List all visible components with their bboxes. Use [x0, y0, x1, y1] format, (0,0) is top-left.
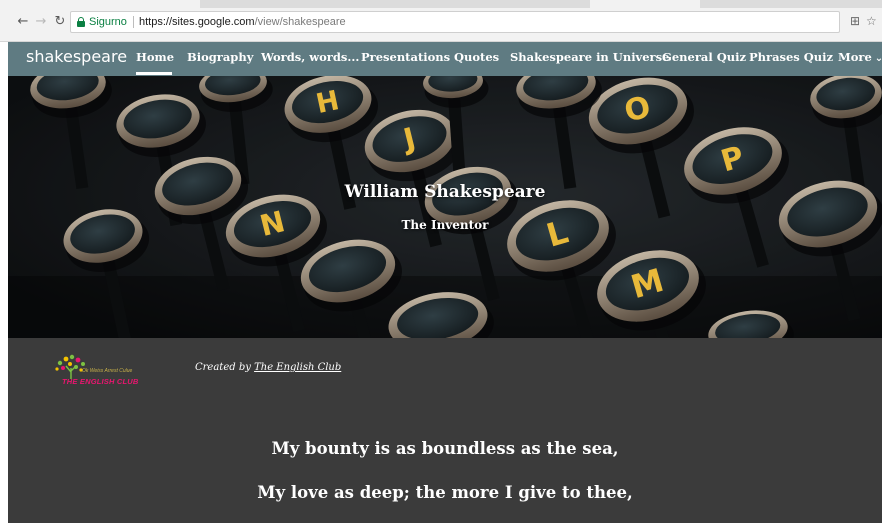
nav-quotes[interactable]: Quotes: [454, 42, 499, 72]
logo-club-name: THE ENGLISH CLUB: [62, 377, 139, 386]
credit-link[interactable]: The English Club: [254, 362, 341, 373]
nav-more-label: More: [838, 50, 872, 64]
browser-toolbar: ← → ↻ Sigurno https://sites.google.com/v…: [0, 0, 882, 42]
active-tab-indicator: [136, 72, 172, 75]
logo-tagline: Ok Weiss Arrest Culue: [82, 368, 133, 374]
address-bar[interactable]: Sigurno https://sites.google.com/view/sh…: [70, 11, 840, 33]
lock-icon: [77, 17, 85, 27]
forward-arrow-icon[interactable]: →: [32, 13, 50, 31]
chevron-down-icon: ⌄: [874, 53, 882, 64]
nav-biography[interactable]: Biography: [187, 42, 253, 72]
credit-prefix: Created by: [195, 362, 251, 373]
url-host: https://sites.google.com: [139, 16, 255, 28]
verse-line-2: My love as deep; the more I give to thee…: [257, 483, 633, 502]
tab-strip: [0, 0, 882, 8]
verse-line-1: My bounty is as boundless as the sea,: [271, 439, 619, 458]
nav-more[interactable]: More ⌄: [838, 42, 882, 74]
browser-tab[interactable]: [0, 0, 200, 8]
typewriter-keys-image: HJOPN LM: [8, 76, 882, 338]
site-header: shakespeare Home Biography Words, words.…: [8, 42, 882, 76]
nav-phrases-quiz[interactable]: Phrases Quiz: [749, 42, 833, 72]
back-arrow-icon[interactable]: ←: [14, 13, 32, 31]
nav-words-words[interactable]: Words, words...: [261, 42, 359, 72]
main-content: Ok Weiss Arrest Culue THE ENGLISH CLUB C…: [8, 338, 882, 523]
url-text[interactable]: https://sites.google.com/view/shakespear…: [139, 12, 346, 32]
nav-presentations[interactable]: Presentations: [361, 42, 450, 72]
credit-line: Created by The English Club: [195, 362, 341, 373]
nav-shakespeare-in-universe[interactable]: Shakespeare in Universe: [510, 42, 669, 72]
bookmark-star-icon[interactable]: ☆: [866, 13, 877, 29]
english-club-logo: Ok Weiss Arrest Culue THE ENGLISH CLUB: [52, 354, 172, 398]
omnibox-divider: [133, 16, 134, 28]
site-title[interactable]: shakespeare: [26, 42, 127, 72]
hero-subtitle: The Inventor: [401, 218, 489, 232]
browser-tab[interactable]: [590, 0, 700, 8]
hero-banner: HJOPNLM William Shakespeare The Inventor: [8, 76, 882, 338]
secure-label: Sigurno: [89, 16, 127, 28]
nav-home[interactable]: Home: [136, 42, 174, 72]
url-path: /view/shakespeare: [254, 16, 346, 28]
translate-icon[interactable]: ⊞: [850, 13, 860, 29]
reload-icon[interactable]: ↻: [51, 13, 69, 31]
nav-general-quiz[interactable]: General Quiz: [662, 42, 746, 72]
hero-title: William Shakespeare: [344, 182, 546, 202]
